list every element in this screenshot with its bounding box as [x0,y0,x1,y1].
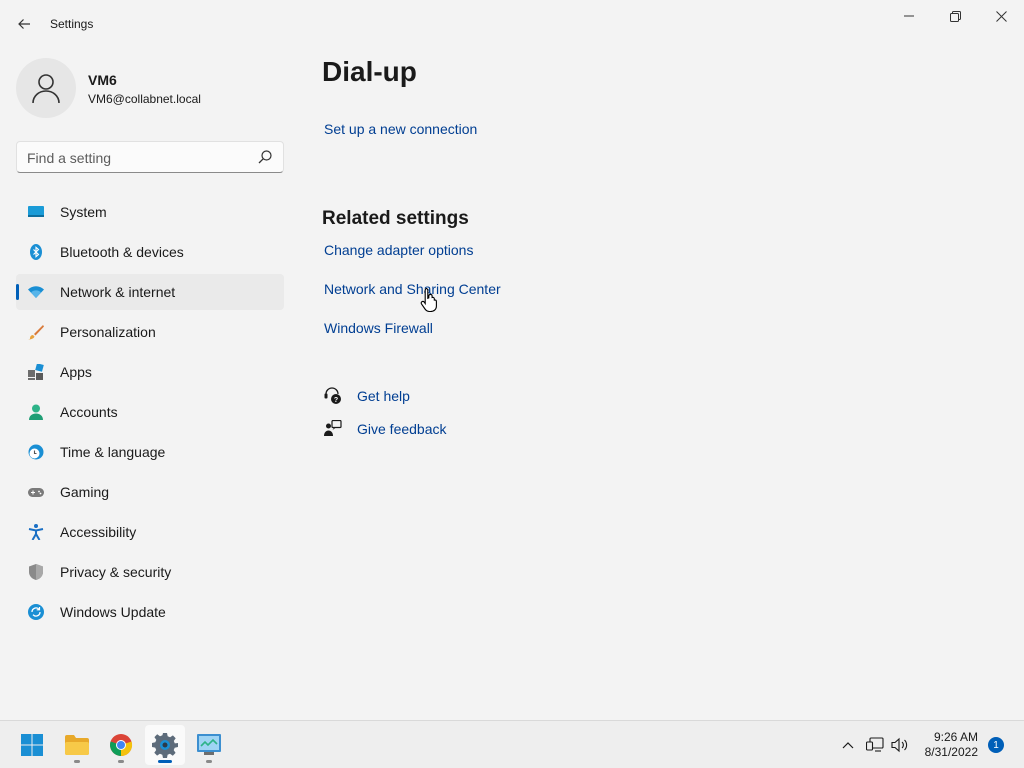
minimize-icon [904,15,914,17]
settings-icon [152,733,178,758]
accounts-icon [29,404,43,420]
chrome-button[interactable] [101,725,141,765]
search-icon[interactable] [257,149,273,165]
person-icon [32,74,60,104]
restore-button[interactable] [932,0,978,32]
running-indicator [206,760,212,763]
restore-icon [949,10,961,22]
clock-date: 8/31/2022 [924,745,978,759]
sidebar-item-label: Accessibility [60,524,137,540]
sidebar-item-accounts[interactable]: Accounts [16,394,284,430]
close-icon [995,10,1007,22]
search-box[interactable] [16,141,284,173]
user-name: VM6 [88,72,117,88]
sidebar-item-label: Gaming [60,484,110,500]
clock[interactable]: 9:26 AM 8/31/2022 [925,730,978,760]
sidebar-item-system[interactable]: System [16,194,284,230]
sidebar-item-label: Windows Update [60,604,166,620]
clock-globe-icon [28,444,44,460]
setup-connection-link[interactable]: Set up a new connection [324,121,477,137]
taskbar: 9:26 AM 8/31/2022 1 [0,720,1024,768]
sidebar-item-label: System [60,204,107,220]
get-help-link[interactable]: Get help [357,388,410,404]
accessibility-icon [28,524,44,540]
sidebar-item-gaming[interactable]: Gaming [16,474,284,510]
volume-tray-button[interactable] [889,721,911,768]
update-icon [28,604,44,620]
network-icon [866,737,884,752]
notification-badge[interactable]: 1 [988,737,1004,753]
sidebar-item-label: Time & language [60,444,166,460]
sidebar-item-accessibility[interactable]: Accessibility [16,514,284,550]
sidebar-item-bluetooth[interactable]: Bluetooth & devices [16,234,284,270]
brush-icon [28,325,44,340]
minimize-button[interactable] [886,0,932,32]
get-help-icon: ? [324,387,341,404]
back-arrow-icon [18,19,30,29]
sidebar-item-apps[interactable]: Apps [16,354,284,390]
avatar [16,58,76,118]
sidebar-item-label: Accounts [60,404,118,420]
wifi-icon [28,286,44,298]
file-explorer-icon [65,735,89,755]
running-indicator [118,760,124,763]
start-icon [21,734,43,756]
chrome-icon [110,734,133,757]
sidebar-item-windows-update[interactable]: Windows Update [16,594,284,630]
sidebar-item-time-language[interactable]: Time & language [16,434,284,470]
show-hidden-icons-button[interactable] [838,721,858,768]
sidebar-item-label: Apps [60,364,92,380]
apps-icon [28,364,44,380]
settings-app-button[interactable] [145,725,185,765]
start-button[interactable] [12,725,52,765]
related-settings-title: Related settings [322,208,469,229]
chevron-up-icon [842,742,854,749]
page-title: Dial-up [322,56,417,87]
back-button[interactable] [10,10,38,38]
clock-time: 9:26 AM [933,730,978,744]
user-profile[interactable]: VM6 VM6@collabnet.local [16,58,286,118]
bluetooth-icon [30,244,42,260]
search-input[interactable] [27,148,252,168]
close-button[interactable] [978,0,1024,32]
svg-text:?: ? [334,397,338,404]
network-sharing-center-link[interactable]: Network and Sharing Center [324,281,501,297]
change-adapter-options-link[interactable]: Change adapter options [324,242,473,258]
app-title: Settings [50,17,94,31]
volume-icon [891,737,908,753]
user-email: VM6@collabnet.local [88,92,201,106]
file-explorer-button[interactable] [57,725,97,765]
hand-cursor-icon [420,287,437,313]
sidebar-item-label: Privacy & security [60,564,172,580]
sidebar-item-label: Personalization [60,324,156,340]
windows-firewall-link[interactable]: Windows Firewall [324,320,433,336]
sidebar-item-network[interactable]: Network & internet [16,274,284,310]
shield-icon [29,564,43,580]
network-tray-button[interactable] [864,721,886,768]
sidebar-item-personalization[interactable]: Personalization [16,314,284,350]
running-indicator [74,760,80,763]
sidebar-item-label: Network & internet [60,284,176,300]
active-indicator [158,760,172,763]
sidebar-nav: System Bluetooth & devices Network & int… [16,194,284,634]
give-feedback-link[interactable]: Give feedback [357,421,447,437]
gamepad-icon [28,488,44,497]
give-feedback-icon [324,420,342,436]
sidebar-item-label: Bluetooth & devices [60,244,184,260]
system-icon [28,206,44,217]
sidebar-item-privacy[interactable]: Privacy & security [16,554,284,590]
title-bar: Settings [0,0,1024,48]
control-panel-button[interactable] [189,725,229,765]
control-panel-icon [197,734,221,755]
